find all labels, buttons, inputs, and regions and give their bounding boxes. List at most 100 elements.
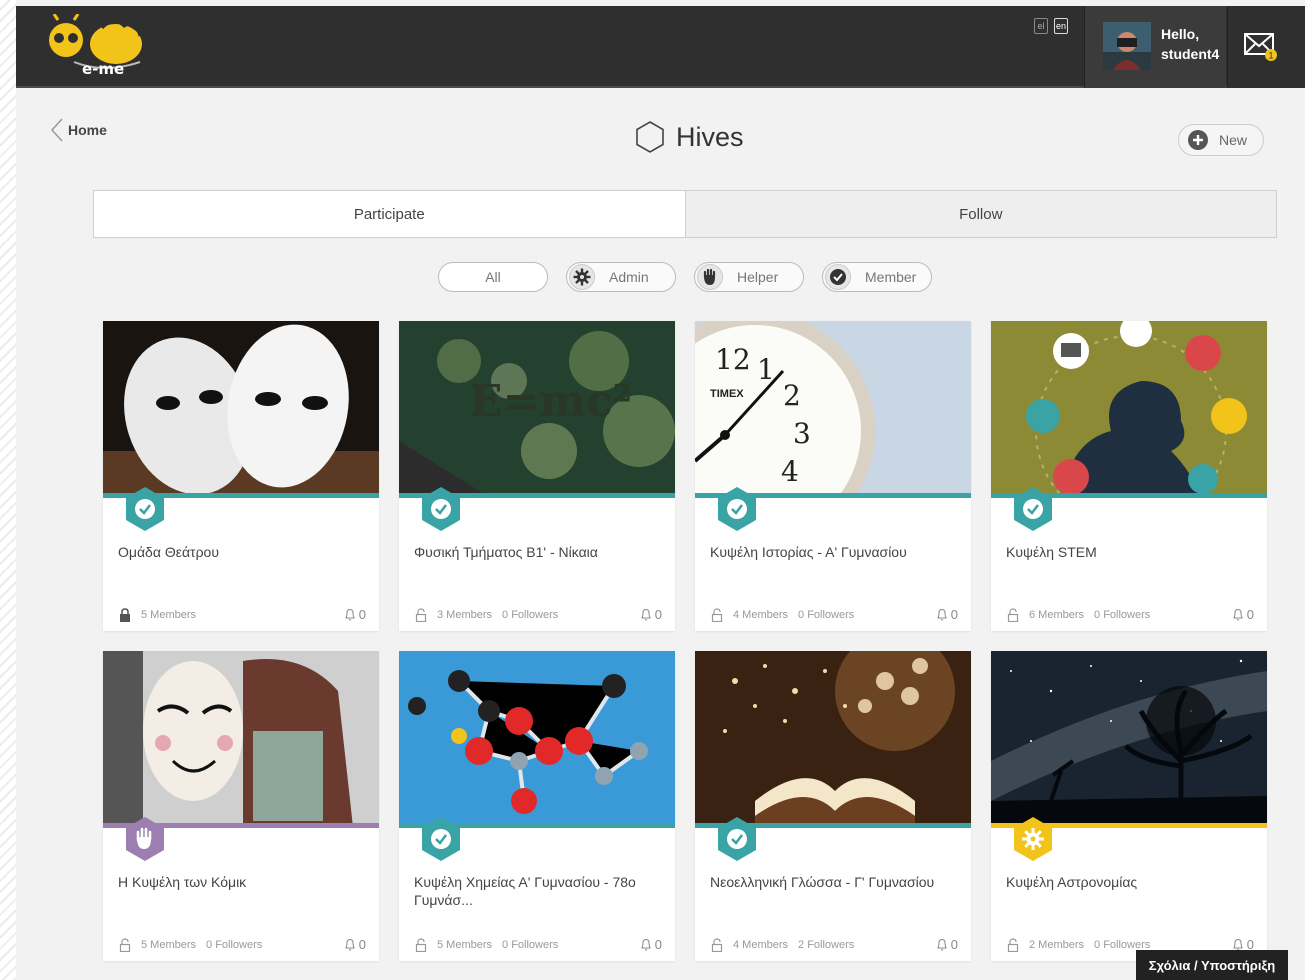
notifications[interactable]: 0 — [640, 607, 662, 622]
new-hive-button[interactable]: New — [1178, 124, 1264, 156]
app-root: e-me el en Hello, student4 1 Home Hives … — [16, 0, 1305, 980]
hive-card[interactable]: Νεοελληνική Γλώσσα - Γ' Γυμνασίου 4 Memb… — [695, 651, 971, 961]
member-badge-icon — [422, 487, 460, 531]
unlock-icon — [119, 937, 131, 952]
logo-text: e-me — [82, 60, 125, 78]
filter-helper-label: Helper — [737, 269, 779, 285]
hive-card[interactable]: Κυψέλη STEM 6 Members 0 Followers 0 — [991, 321, 1267, 631]
hive-title: Κυψέλη Ιστορίας - Α' Γυμνασίου — [710, 544, 907, 560]
hive-title: Κυψέλη STEM — [1006, 544, 1097, 560]
filter-helper[interactable]: Helper — [694, 262, 804, 292]
notification-count: 0 — [1246, 607, 1254, 622]
feedback-support-button[interactable]: Σχόλια / Υποστήριξη — [1136, 950, 1288, 980]
hive-card[interactable]: Κυψέλη Χημείας Α' Γυμνασίου - 78ο Γυμνάσ… — [399, 651, 675, 961]
unlock-icon — [415, 607, 427, 622]
notification-count: 0 — [654, 937, 662, 952]
messages-button[interactable]: 1 — [1227, 6, 1305, 88]
bell-icon — [1232, 608, 1243, 621]
hive-image-clock: 12 1 234 TIMEX — [695, 321, 971, 497]
lock-icon — [120, 607, 130, 622]
bell-icon — [640, 608, 651, 621]
hive-title: Η Κυψέλη των Κόμικ — [118, 874, 247, 890]
follower-count: 0 Followers — [502, 608, 559, 621]
filter-member-label: Member — [865, 269, 917, 285]
hive-stats: 5 Members 0 Followers 0 — [414, 937, 662, 952]
hive-card[interactable]: Η Κυψέλη των Κόμικ 5 Members 0 Followers… — [103, 651, 379, 961]
chevron-left-icon — [50, 118, 63, 142]
unlock-icon — [415, 937, 427, 952]
plus-circle-icon — [1188, 130, 1208, 150]
hive-stats: 4 Members 2 Followers 0 — [710, 937, 958, 952]
hive-title: Νεοελληνική Γλώσσα - Γ' Γυμνασίου — [710, 874, 935, 890]
member-count: 4 Members — [733, 938, 789, 951]
filter-all[interactable]: All — [438, 262, 548, 292]
hive-card[interactable]: Ομάδα Θεάτρου 5 Members 0 — [103, 321, 379, 631]
unlock-icon — [1007, 607, 1019, 622]
bell-icon — [936, 938, 947, 951]
hive-stats: 5 Members 0 — [118, 607, 366, 622]
member-badge-icon — [126, 487, 164, 531]
hive-card[interactable]: E=mc² Φυσική Τμήματος Β1' - Νίκαια 3 Mem… — [399, 321, 675, 631]
notifications[interactable]: 0 — [936, 937, 958, 952]
member-count: 6 Members — [1029, 608, 1085, 621]
follower-count: 0 Followers — [1094, 608, 1151, 621]
member-count: 2 Members — [1029, 938, 1085, 951]
hive-stats: 3 Members 0 Followers 0 — [414, 607, 662, 622]
follower-count: 0 Followers — [1094, 938, 1151, 951]
bell-icon — [344, 608, 355, 621]
unlock-icon — [711, 607, 723, 622]
username-text: student4 — [1161, 46, 1220, 62]
tab-participate[interactable]: Participate — [94, 191, 686, 237]
svg-text:4: 4 — [781, 455, 799, 488]
tab-bar: Participate Follow — [93, 190, 1277, 238]
hive-title: Κυψέλη Αστρονομίας — [1006, 874, 1138, 890]
bell-icon — [936, 608, 947, 621]
user-menu[interactable]: Hello, student4 — [1084, 6, 1226, 88]
mail-count-badge: 1 — [1268, 51, 1273, 61]
page-title-text: Hives — [676, 121, 744, 152]
hive-image-book — [695, 651, 971, 827]
lang-en-button[interactable]: en — [1054, 18, 1068, 34]
member-badge-icon — [1014, 487, 1052, 531]
back-home-link[interactable]: Home — [50, 118, 107, 142]
filter-admin[interactable]: Admin — [566, 262, 676, 292]
hive-image-masks — [103, 321, 379, 497]
member-count: 5 Members — [141, 608, 197, 621]
notification-count: 0 — [358, 937, 366, 952]
notification-count: 0 — [950, 607, 958, 622]
greeting-text: Hello, — [1161, 26, 1200, 42]
filter-admin-label: Admin — [609, 269, 649, 285]
notification-count: 0 — [358, 607, 366, 622]
tab-follow[interactable]: Follow — [685, 191, 1276, 237]
hive-stats: 5 Members 0 Followers 0 — [118, 937, 366, 952]
svg-text:3: 3 — [793, 417, 811, 450]
bell-icon — [344, 938, 355, 951]
member-badge-icon — [718, 817, 756, 861]
hive-image-physics: E=mc² — [399, 321, 675, 497]
e-me-logo[interactable]: e-me — [44, 13, 144, 78]
member-badge-icon — [422, 817, 460, 861]
mail-icon: 1 — [1244, 33, 1277, 61]
hive-title: Κυψέλη Χημείας Α' Γυμνασίου - 78ο Γυμνάσ… — [414, 874, 636, 908]
notifications[interactable]: 0 — [1232, 607, 1254, 622]
hive-image-comic — [103, 651, 379, 827]
follower-count: 0 Followers — [206, 938, 263, 951]
follower-count: 0 Followers — [502, 938, 559, 951]
hive-card[interactable]: Κυψέλη Αστρονομίας 2 Members 0 Followers… — [991, 651, 1267, 961]
gear-icon — [569, 264, 595, 290]
svg-text:TIMEX: TIMEX — [710, 388, 744, 400]
notification-count: 0 — [950, 937, 958, 952]
notifications[interactable]: 0 — [344, 937, 366, 952]
filter-member[interactable]: Member — [822, 262, 932, 292]
notifications[interactable]: 0 — [344, 607, 366, 622]
notifications[interactable]: 0 — [936, 607, 958, 622]
unlock-icon — [711, 937, 723, 952]
lang-el-button[interactable]: el — [1034, 18, 1048, 34]
svg-text:2: 2 — [783, 379, 801, 412]
notifications[interactable]: 0 — [640, 937, 662, 952]
hexagon-icon — [636, 121, 664, 153]
follower-count: 2 Followers — [798, 938, 855, 951]
hive-card[interactable]: 12 1 234 TIMEX Κυψέλη Ιστορίας - Α' Γυμνα… — [695, 321, 971, 631]
hand-icon — [697, 264, 723, 290]
back-label: Home — [68, 122, 107, 138]
